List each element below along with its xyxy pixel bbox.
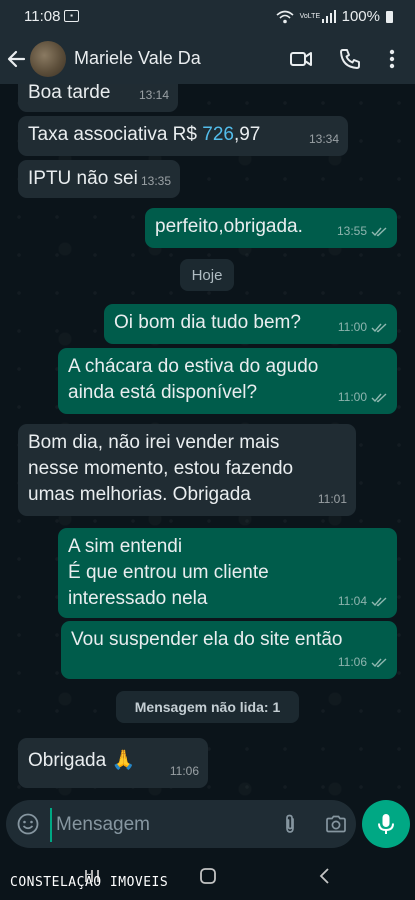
battery-icon — [386, 10, 393, 23]
battery-label: 100% — [341, 8, 380, 25]
message-meta: 13:55 — [337, 218, 388, 244]
emoji-icon[interactable] — [16, 812, 40, 836]
arrow-left-icon[interactable] — [6, 46, 28, 72]
message-meta: 11:01 — [318, 486, 347, 512]
chat-header: Mariele Vale Da — [0, 34, 415, 84]
message-input[interactable] — [50, 808, 278, 842]
notification-icon: ▪ — [64, 10, 79, 22]
message-outgoing[interactable]: Vou suspender ela do site então 11:06 — [61, 621, 397, 679]
chat-area[interactable]: Boa tarde 13:14 Taxa associativa R$ 726,… — [0, 84, 415, 796]
message-time: 13:55 — [336, 224, 367, 238]
message-outgoing[interactable]: perfeito,obrigada. 13:55 — [145, 208, 397, 248]
phone-number-link[interactable]: 726 — [202, 124, 234, 145]
mic-button[interactable] — [362, 800, 410, 848]
camera-icon[interactable] — [324, 812, 348, 836]
watermark-text: CONSTELAÇÃO IMOVEIS — [10, 875, 169, 890]
message-text: Bom dia, não irei vender mais nesse mome… — [28, 432, 294, 505]
wifi-icon — [276, 10, 294, 23]
message-meta: 11:00 — [338, 314, 388, 340]
message-time: 11:06 — [337, 655, 367, 669]
message-meta: 11:00 — [338, 384, 388, 410]
message-meta: 13:34 — [309, 126, 339, 152]
message-time: 11:04 — [337, 594, 367, 608]
message-time: 11:01 — [317, 492, 347, 506]
message-time: 11:06 — [169, 764, 199, 778]
composer — [6, 800, 356, 848]
message-time: 11:00 — [337, 390, 367, 404]
message-meta: 13:14 — [139, 84, 169, 108]
message-meta: 11:06 — [338, 649, 388, 675]
nav-back-icon[interactable] — [313, 864, 337, 888]
message-incoming[interactable]: Boa tarde 13:14 — [18, 84, 178, 112]
double-check-icon — [371, 657, 387, 667]
double-check-icon — [371, 392, 387, 402]
contact-name[interactable]: Mariele Vale Da — [74, 48, 201, 69]
paperclip-icon[interactable] — [278, 812, 302, 836]
message-time: 11:00 — [337, 320, 367, 334]
message-incoming[interactable]: IPTU não sei 13:35 — [18, 160, 180, 198]
message-meta: 11:06 — [170, 758, 199, 784]
message-meta: 11:04 — [338, 588, 388, 614]
message-outgoing[interactable]: A chácara do estiva do agudo ainda está … — [58, 348, 397, 414]
phone-icon[interactable] — [338, 47, 362, 71]
message-time: 13:35 — [140, 174, 171, 188]
double-check-icon — [371, 226, 387, 236]
signal-icon — [321, 10, 336, 23]
double-check-icon — [371, 596, 387, 606]
more-vert-icon[interactable] — [380, 47, 404, 71]
double-check-icon — [371, 322, 387, 332]
message-meta: 13:35 — [141, 168, 171, 194]
message-incoming[interactable]: Taxa associativa R$ 726,97 13:34 — [18, 116, 348, 156]
home-icon[interactable] — [196, 864, 220, 888]
network-label: VoLTE — [299, 13, 321, 20]
unread-separator: Mensagem não lida: 1 — [116, 691, 299, 723]
status-right: VoLTE 100% — [276, 8, 393, 25]
message-outgoing[interactable]: A sim entendi É que entrou um cliente in… — [58, 528, 397, 618]
status-bar: 11:08 ▪ VoLTE 100% — [0, 0, 415, 34]
avatar[interactable] — [30, 41, 66, 77]
message-time: 13:14 — [138, 88, 169, 102]
status-time: 11:08 — [24, 8, 61, 25]
message-incoming[interactable]: Bom dia, não irei vender mais nesse mome… — [18, 424, 356, 516]
message-text: Taxa associativa R$ 726,97 — [28, 124, 261, 145]
message-time: 13:34 — [308, 132, 339, 146]
video-camera-icon[interactable] — [289, 47, 313, 71]
message-outgoing[interactable]: Oi bom dia tudo bem? 11:00 — [104, 304, 397, 344]
message-incoming[interactable]: Obrigada 🙏 11:06 — [18, 738, 208, 788]
day-separator: Hoje — [180, 259, 234, 291]
mic-icon — [378, 814, 394, 834]
